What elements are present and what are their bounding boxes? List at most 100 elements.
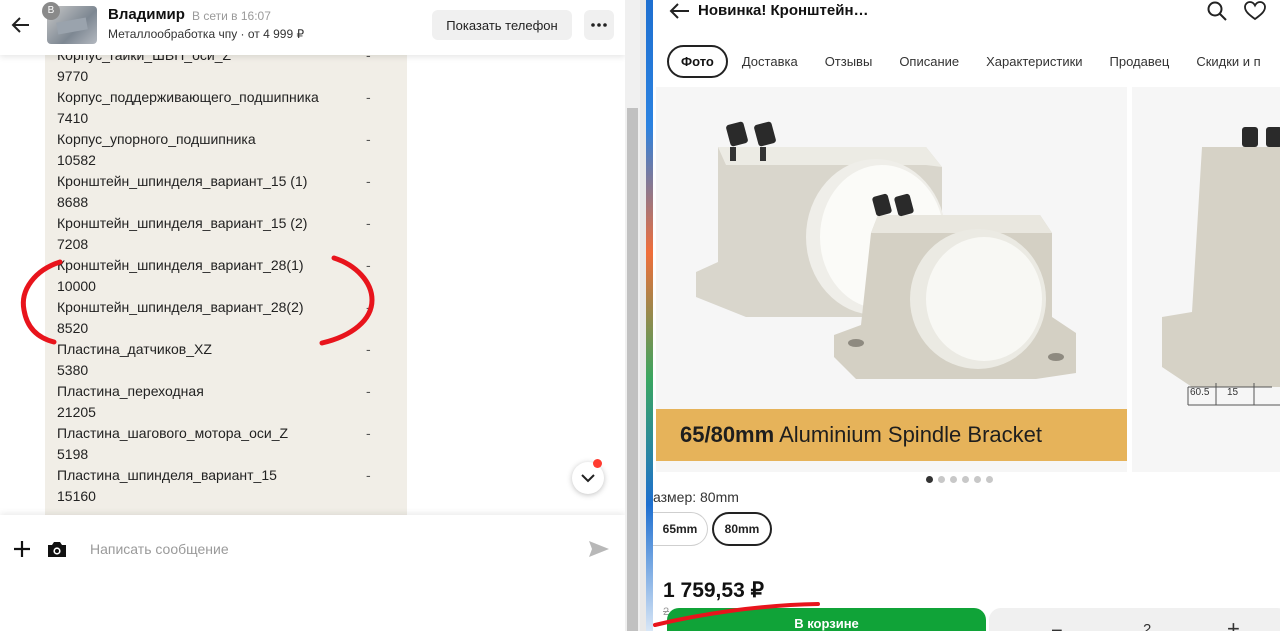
message-line-dash: - (366, 425, 371, 441)
message-line: 8520 (57, 318, 377, 339)
search-icon (1207, 1, 1227, 21)
message-line-text: 7208 (57, 236, 89, 252)
attach-button[interactable] (10, 537, 34, 561)
product-back-button[interactable] (667, 0, 693, 22)
camera-icon (48, 541, 66, 557)
product-image-2[interactable]: 60.5 15 (1132, 87, 1280, 472)
message-line: Пластина_шагового_мотора_оси_Z - (57, 423, 377, 444)
back-button[interactable] (8, 12, 34, 38)
message-list: Корпус_гайки_ШВП_оси_Z -9770 Корпус_поддер… (57, 45, 377, 507)
gallery-dots (926, 476, 993, 483)
gallery-dot[interactable] (938, 476, 945, 483)
contact-status: В сети в 16:07 (192, 9, 271, 23)
chat-header: В Владимир В сети в 16:07 Металлообработ… (0, 0, 625, 55)
chat-pane: Корпус_гайки_ШВП_оси_Z -9770 Корпус_поддер… (0, 0, 625, 631)
message-line-dash: - (366, 341, 371, 357)
gallery-dot[interactable] (962, 476, 969, 483)
message-line-dash: - (366, 89, 371, 105)
message-line: 9770 (57, 66, 377, 87)
message-line-dash: - (366, 257, 371, 273)
message-line: Пластина_переходная - (57, 381, 377, 402)
message-line-dash: - (366, 131, 371, 147)
message-line-text: 8520 (57, 320, 89, 336)
message-line-text: Пластина_шагового_мотора_оси_Z (57, 425, 289, 441)
message-line-text: 15160 (57, 488, 96, 504)
tab-5[interactable]: Продавец (1110, 54, 1170, 69)
tab-4[interactable]: Характеристики (986, 54, 1082, 69)
listing-subtitle[interactable]: Металлообработка чпу · от 4 999 ₽ (108, 27, 304, 41)
tab-3[interactable]: Описание (899, 54, 959, 69)
tab-1[interactable]: Доставка (742, 54, 798, 69)
in-cart-button[interactable]: В корзине (667, 608, 986, 631)
search-button[interactable] (1205, 0, 1229, 22)
spindle-bracket-illustration (696, 121, 1076, 379)
message-line-text: Пластина_переходная (57, 383, 204, 399)
message-line-text: Кронштейн_шпинделя_вариант_15 (1) (57, 173, 308, 189)
tab-6[interactable]: Скидки и п (1196, 54, 1260, 69)
product-tabs: Фото Доставка Отзывы Описание Характеристики… (667, 44, 1280, 78)
arrow-left-icon (11, 17, 29, 33)
window-edge-strip (646, 0, 653, 631)
plus-icon (14, 541, 30, 557)
message-input[interactable] (90, 535, 560, 563)
gallery-dot[interactable] (926, 476, 933, 483)
message-line: 10000 (57, 276, 377, 297)
price: 1 759,53 ₽ (663, 579, 764, 602)
size-option-65mm[interactable]: 65mm (653, 512, 708, 546)
dimension-drawing: 60.5 15 (1162, 127, 1280, 406)
tab-0[interactable]: Фото (667, 44, 728, 78)
image-gallery[interactable]: 65/80mm Aluminium Spindle Bracket 60.5 1… (656, 87, 1280, 472)
decrease-quantity-button[interactable]: − (1051, 620, 1063, 631)
message-line-text: 10000 (57, 278, 96, 294)
dimension-label-1: 60.5 (1190, 387, 1210, 398)
gallery-dot[interactable] (950, 476, 957, 483)
message-line-text: 9770 (57, 68, 89, 84)
scrollbar-thumb[interactable] (627, 108, 638, 631)
chevron-down-icon (581, 473, 595, 482)
tab-2[interactable]: Отзывы (825, 54, 873, 69)
message-line-text: 21205 (57, 404, 96, 420)
message-line: Пластина_шпинделя_вариант_15 - (57, 465, 377, 486)
increase-quantity-button[interactable]: + (1227, 616, 1240, 631)
caption-text: Aluminium Spindle Bracket (774, 422, 1042, 447)
message-line-dash: - (366, 173, 371, 189)
favorite-button[interactable] (1243, 0, 1267, 22)
message-line-dash: - (366, 467, 371, 483)
send-button[interactable] (586, 537, 612, 561)
send-icon (589, 541, 609, 557)
more-options-button[interactable] (584, 10, 614, 40)
contact-name[interactable]: Владимир (108, 6, 185, 23)
message-line: Корпус_упорного_подшипника - (57, 129, 377, 150)
unread-indicator (593, 459, 602, 468)
message-line: Кронштейн_шпинделя_вариант_15 (2) - (57, 213, 377, 234)
camera-button[interactable] (45, 537, 69, 561)
message-line-dash: - (366, 299, 371, 315)
message-line-text: 10582 (57, 152, 96, 168)
product-pane: Новинка! Кронштейн… Фото Доставка Отзывы Оп… (653, 0, 1280, 631)
gallery-dot[interactable] (986, 476, 993, 483)
size-option-80mm[interactable]: 80mm (712, 512, 772, 546)
message-line: 15160 (57, 486, 377, 507)
message-line: 5380 (57, 360, 377, 381)
product-image[interactable]: 65/80mm Aluminium Spindle Bracket (656, 87, 1127, 472)
message-line-text: Корпус_поддерживающего_подшипника (57, 89, 319, 105)
message-line: 7208 (57, 234, 377, 255)
message-line: Пластина_датчиков_XZ - (57, 339, 377, 360)
show-phone-button[interactable]: Показать телефон (432, 10, 572, 40)
message-line: 5198 (57, 444, 377, 465)
message-line-text: Пластина_датчиков_XZ (57, 341, 212, 357)
message-line-dash: - (366, 215, 371, 231)
more-icon (591, 23, 607, 27)
message-line-text: Кронштейн_шпинделя_вариант_28(1) (57, 257, 304, 273)
message-line: 7410 (57, 108, 377, 129)
gallery-dot[interactable] (974, 476, 981, 483)
quantity-value: 2 (1143, 621, 1152, 631)
message-line: 8688 (57, 192, 377, 213)
message-line-text: Кронштейн_шпинделя_вариант_28(2) (57, 299, 304, 315)
message-line: Корпус_поддерживающего_подшипника - (57, 87, 377, 108)
message-line-text: Кронштейн_шпинделя_вариант_15 (2) (57, 215, 308, 231)
message-line: 21205 (57, 402, 377, 423)
message-line-text: 7410 (57, 110, 89, 126)
message-line: Кронштейн_шпинделя_вариант_28(1) - (57, 255, 377, 276)
heart-icon (1244, 1, 1266, 21)
